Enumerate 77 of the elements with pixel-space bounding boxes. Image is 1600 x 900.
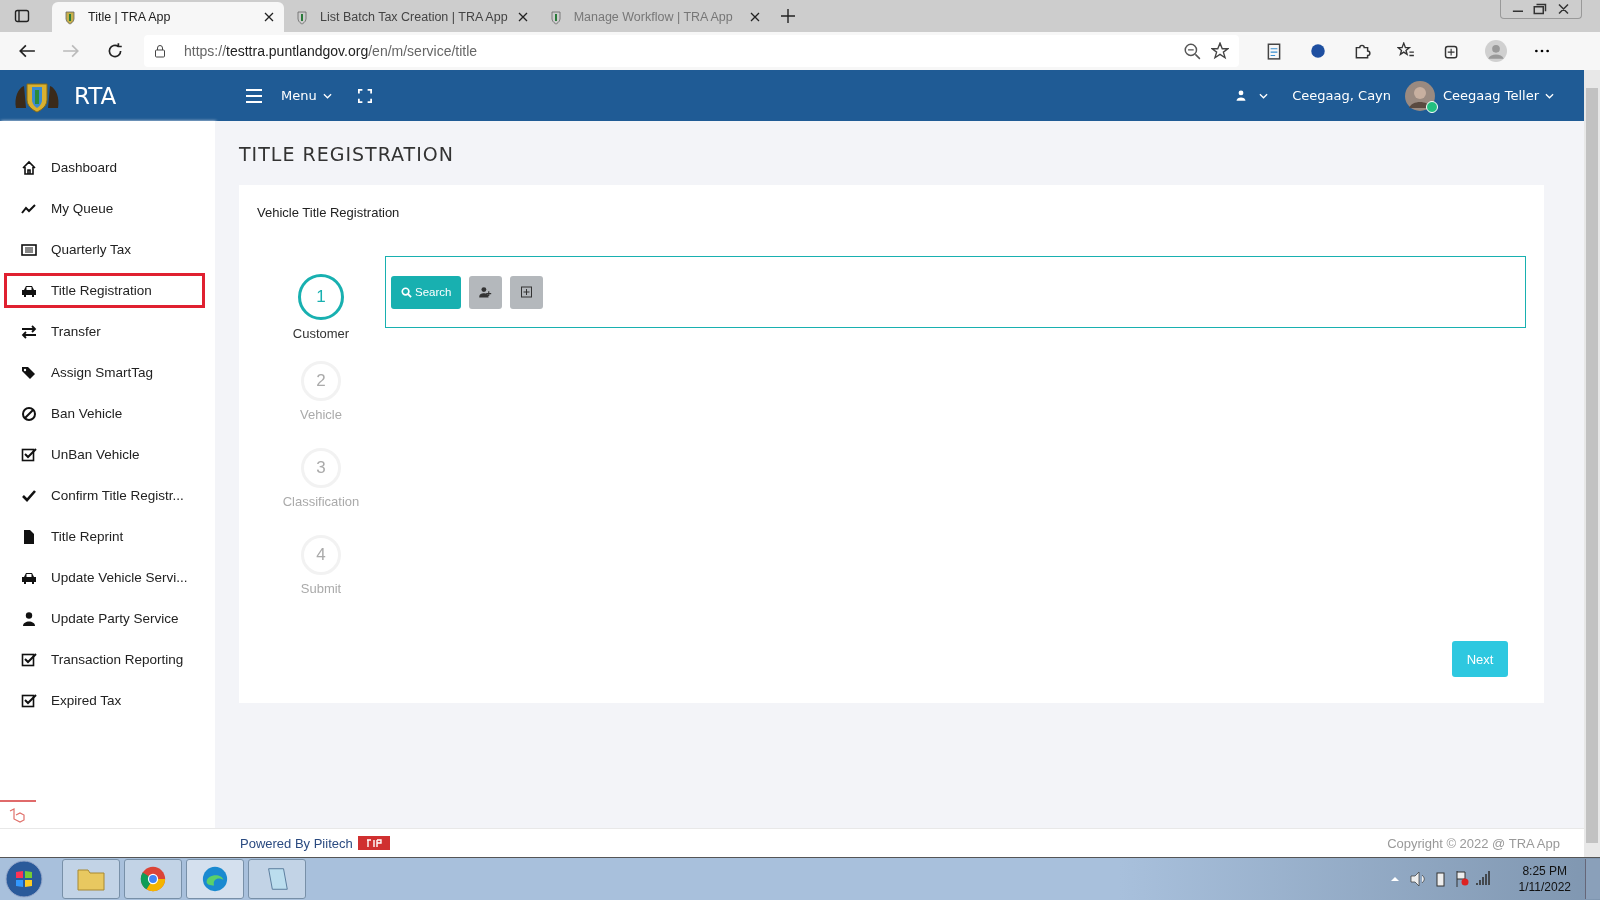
back-icon[interactable] — [18, 42, 36, 60]
ban-icon — [21, 405, 37, 422]
page-title: TITLE REGISTRATION — [239, 143, 455, 165]
clock-time[interactable]: 8:25 PM — [1522, 863, 1568, 879]
sidebar-item[interactable]: Transfer — [4, 314, 205, 349]
scrollbar[interactable] — [1584, 70, 1600, 857]
add-user-button[interactable] — [469, 275, 503, 309]
sidebar-item[interactable]: Assign SmartTag — [4, 355, 205, 390]
wave-browser-icon — [200, 865, 230, 893]
step-label: Submit — [300, 581, 342, 596]
plus-square-icon — [520, 286, 534, 298]
browser-tab[interactable]: Title | TRA App — [52, 2, 284, 32]
fullscreen-icon[interactable] — [357, 88, 372, 103]
sidebar-item[interactable]: Title Reprint — [4, 519, 205, 554]
sidebar-item[interactable]: Title Registration — [4, 273, 205, 308]
caret-icon — [1259, 92, 1269, 99]
sidebar-item[interactable]: UnBan Vehicle — [4, 437, 205, 472]
home-icon — [21, 159, 37, 176]
avatar — [1405, 80, 1436, 111]
company-logo — [357, 836, 390, 850]
search-icon — [401, 286, 412, 298]
copyright-text: Copyright © 2022 @ TRA App — [1387, 835, 1560, 851]
sidebar-item[interactable]: Expired Tax — [4, 683, 205, 718]
user-dropdown[interactable] — [1235, 89, 1269, 102]
sidebar-item[interactable]: My Queue — [4, 191, 205, 226]
brand-name: RTA — [74, 82, 117, 109]
close-icon[interactable] — [517, 12, 528, 22]
sidebar-item[interactable]: Ban Vehicle — [4, 396, 205, 431]
menu-dropdown[interactable]: Menu — [281, 88, 332, 103]
close-icon[interactable] — [749, 12, 760, 22]
arrows-icon — [21, 323, 37, 340]
add-favorite-icon[interactable] — [1211, 42, 1229, 60]
reload-icon[interactable] — [106, 42, 124, 60]
lock-icon — [154, 44, 166, 58]
clipboard-icon[interactable] — [1265, 42, 1283, 60]
sidebar-item[interactable]: Quarterly Tax — [4, 232, 205, 267]
new-tab-icon[interactable] — [779, 8, 796, 24]
checkbox-icon — [21, 651, 37, 668]
clock-date[interactable]: 1/11/2022 — [1518, 879, 1571, 895]
step-label: Vehicle — [300, 407, 342, 422]
user-icon — [1235, 89, 1248, 102]
list-icon — [21, 241, 37, 258]
address-bar[interactable]: https://testtra.puntlandgov.org/en/m/service/title — [144, 35, 1239, 67]
sidebar-item[interactable]: Update Vehicle Servi... — [4, 560, 205, 595]
sidebar-item[interactable]: Confirm Title Registr... — [4, 478, 205, 513]
zoom-out-icon[interactable] — [1183, 42, 1201, 60]
account-dropdown[interactable]: Ceegaag Teller — [1443, 88, 1554, 103]
powered-by-text: Powered By Piitech — [240, 835, 353, 851]
taskbar-item[interactable] — [186, 859, 244, 899]
step-label: Classification — [282, 494, 360, 509]
checkbox-icon — [21, 692, 37, 709]
step-label: Customer — [292, 326, 350, 341]
caret-icon — [1545, 92, 1554, 99]
profile-icon[interactable] — [1485, 40, 1507, 62]
emblem-icon — [62, 9, 78, 25]
file-icon — [21, 528, 37, 545]
sidebar-item[interactable]: Transaction Reporting — [4, 642, 205, 677]
tags-icon — [21, 364, 37, 381]
emblem-icon — [294, 9, 310, 25]
user-name: Ceegaag, Cayn — [1292, 88, 1392, 103]
browser-icon — [138, 865, 168, 893]
caret-icon — [322, 92, 332, 99]
checkbox-icon — [21, 446, 37, 463]
menu-icon[interactable] — [245, 87, 263, 104]
sidebar-item[interactable]: Update Party Service — [4, 601, 205, 636]
user-icon — [21, 610, 37, 627]
sidebar-item[interactable]: Dashboard — [4, 150, 205, 185]
browser-tab[interactable]: List Batch Tax Creation | TRA App — [284, 2, 538, 32]
start-button[interactable] — [4, 859, 44, 899]
taskbar-item[interactable] — [124, 859, 182, 899]
close-icon[interactable] — [264, 12, 274, 22]
tab-actions-icon[interactable] — [14, 8, 30, 24]
card-title: Vehicle Title Registration — [257, 205, 401, 220]
expand-button[interactable] — [510, 275, 544, 309]
puzzle-icon[interactable] — [1353, 42, 1371, 60]
window-controls[interactable] — [1500, 0, 1582, 19]
add-user-icon — [479, 286, 493, 298]
